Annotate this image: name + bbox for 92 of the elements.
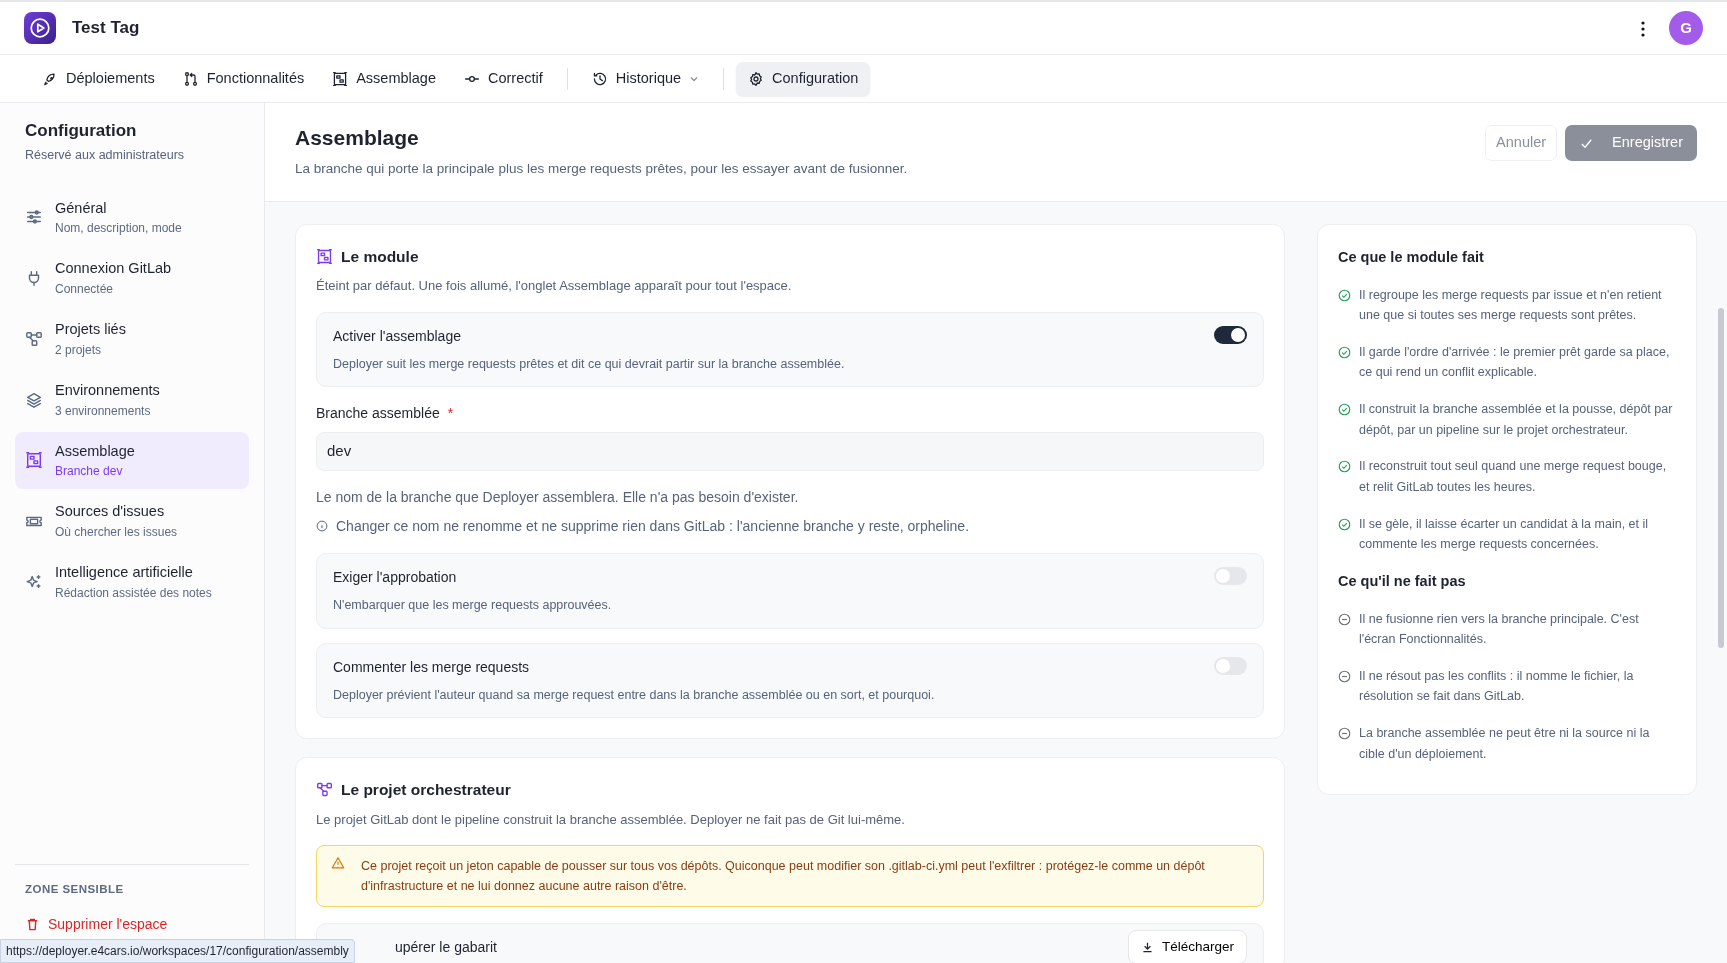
sidebar-item[interactable]: Sources d'issues Où chercher les issues (15, 492, 249, 551)
panel-heading: Ce que le module fait (1338, 247, 1485, 267)
option-description: N'embarquer que les merge requests approuvées. (333, 596, 613, 614)
panel-item: Il reconstruit tout seul quand une merge request bouge, et relit GitLab toutes les heures. (1359, 458, 1668, 496)
page-title: Assemblage (295, 125, 420, 151)
check-circle-icon (1338, 288, 1351, 302)
item-label: Sources d'issues (55, 502, 166, 522)
panel-item: Il construit la branche assemblée et la pousse, dépôt par dépôt, par un pipeline sur le projet orchestrateur. (1359, 401, 1674, 439)
sparkles-icon (25, 572, 43, 591)
sidebar-item[interactable]: Assemblage Branche dev (15, 431, 249, 490)
sliders-icon (25, 208, 43, 227)
item-label: Intelligence artificielle (55, 563, 194, 583)
nav-tab[interactable]: Déploiements (30, 61, 167, 96)
info-icon (316, 520, 328, 533)
template-label: upérer le gabarit (395, 937, 497, 957)
item-detail: Où chercher les issues (55, 524, 178, 542)
toggle-switch[interactable] (1214, 566, 1247, 585)
option-label: Activer l'assemblage (333, 326, 462, 346)
check-circle-icon (1338, 345, 1351, 359)
download-icon (1140, 940, 1154, 954)
item-label: Général (55, 198, 108, 218)
minus-circle-icon (1338, 669, 1351, 683)
option-label: Commenter les merge requests (333, 657, 531, 677)
status-url: https://deployer.e4cars.io/workspaces/17/configuration/assembly (0, 939, 355, 963)
option-label: Exiger l'approbation (333, 567, 458, 587)
warning-text: Ce projet reçoit un jeton capable de pousser sur tous vos dépôts. Quiconque peut modifier son .gitlab-ci.yml peut l'exfiltrer : protégez-le comme un dépôt d'infrastructure et ne lui donnez aucune autre raison d'être. (361, 858, 1206, 896)
layers-icon (25, 390, 43, 409)
sidebar-title: Configuration (24, 121, 138, 142)
item-detail: Rédaction assistée des notes (55, 584, 212, 602)
item-detail: 3 environnements (55, 402, 152, 420)
panel-item: Il regroupe les merge requests par issue et n'en retient une que si toutes ses merge requests sont prêtes. (1359, 286, 1663, 325)
item-label: Projets liés (55, 320, 126, 340)
nodes-icon (316, 781, 333, 799)
check-circle-icon (1338, 403, 1351, 417)
panel-item: Il se gèle, il laisse écarter un candidat à la main, et il commente les merge requests concernées. (1359, 515, 1650, 554)
download-button[interactable]: Télécharger (1127, 930, 1247, 963)
minus-circle-icon (1338, 612, 1351, 626)
item-label: Environnements (55, 380, 160, 400)
panel-item: La branche assemblée ne peut être ni la source ni la cible d'un déploiement. (1359, 725, 1651, 763)
item-label: Connexion GitLab (55, 259, 172, 279)
scrollbar-thumb[interactable] (1718, 308, 1724, 649)
item-label: Assemblage (55, 441, 135, 461)
required-mark: * (447, 404, 454, 424)
nav-tab[interactable]: Historique (579, 61, 712, 96)
card-description: Le projet GitLab dont le pipeline construit la branche assemblée. Deployer ne fait pas de Git lui-même. (316, 810, 906, 829)
warning-icon (331, 856, 345, 871)
item-detail: 2 projets (55, 341, 103, 359)
sidebar-item[interactable]: Général Nom, description, mode (15, 188, 249, 247)
sidebar-item[interactable]: Environnements 3 environnements (15, 370, 249, 429)
nav-tab[interactable]: Configuration (736, 61, 871, 96)
sidebar-item[interactable]: Connexion GitLab Connectée (15, 249, 249, 308)
card-description: Éteint par défaut. Une fois allumé, l'onglet Assemblage apparaît pour tout l'espace. (316, 277, 793, 296)
card-title: Le projet orchestrateur (341, 780, 511, 801)
branch-input[interactable]: dev (316, 432, 1264, 471)
panel-item: Il garde l'ordre d'arrivée : le premier prêt garde sa place, ce qui rend un conflit explicable. (1359, 343, 1671, 382)
frame-icon (25, 451, 43, 470)
sidebar-subtitle: Réservé aux administrateurs (24, 146, 186, 164)
app-title: Test Tag (72, 17, 140, 40)
frame-icon (316, 247, 333, 265)
item-detail: Branche dev (55, 463, 124, 481)
check-circle-icon (1338, 517, 1351, 531)
nav-tab[interactable]: Assemblage (320, 61, 448, 96)
nav-tab[interactable]: Correctif (452, 61, 555, 96)
merge-icon (182, 70, 199, 87)
field-label: Branche assemblée (316, 404, 440, 424)
item-detail: Connectée (55, 281, 115, 299)
frame-icon (332, 70, 349, 87)
panel-item: Il ne résout pas les conflits : il nomme le fichier, la résolution se fait dans GitLab. (1359, 667, 1635, 706)
delete-space-button[interactable]: Supprimer l'espace (25, 914, 168, 935)
card-title: Le module (341, 246, 419, 267)
panel-heading: Ce qu'il ne fait pas (1338, 571, 1467, 591)
user-avatar[interactable]: G (1669, 11, 1703, 46)
sidebar-item[interactable]: Projets liés 2 projets (15, 310, 249, 368)
item-detail: Nom, description, mode (55, 220, 182, 238)
page-subtitle: La branche qui porte la principale plus les merge requests prêtes, pour les essayer avant de fusionner. (295, 159, 908, 178)
field-help: Le nom de la branche que Deployer assemblera. Elle n'a pas besoin d'exister. (316, 487, 800, 507)
minus-circle-icon (1338, 727, 1351, 741)
check-circle-icon (1338, 460, 1351, 474)
more-icon (1641, 20, 1645, 37)
panel-item: Il ne fusionne rien vers la branche principale. C'est l'écran Fonctionnalités. (1359, 610, 1640, 649)
toggle-switch[interactable] (1214, 656, 1247, 675)
trash-icon (25, 917, 40, 932)
option-description: Deployer suit les merge requests prêtes et dit ce qui devrait partir sur la branche assemblée. (333, 355, 846, 373)
history-icon (591, 70, 608, 87)
field-note: Changer ce nom ne renomme et ne supprime rien dans GitLab : l'ancienne branche y reste, orpheline. (336, 516, 970, 536)
toggle-switch[interactable] (1214, 325, 1247, 344)
option-description: Deployer prévient l'auteur quand sa merge request entre dans la branche assemblée ou en sort, et pourquoi. (333, 686, 936, 704)
nav-tab[interactable]: Fonctionnalités (170, 61, 317, 96)
gear-icon (748, 70, 765, 87)
sidebar-item[interactable]: Intelligence artificielle Rédaction assistée des notes (15, 553, 249, 611)
nodes-icon (25, 329, 43, 348)
zone-heading: ZONE SENSIBLE (25, 881, 125, 897)
